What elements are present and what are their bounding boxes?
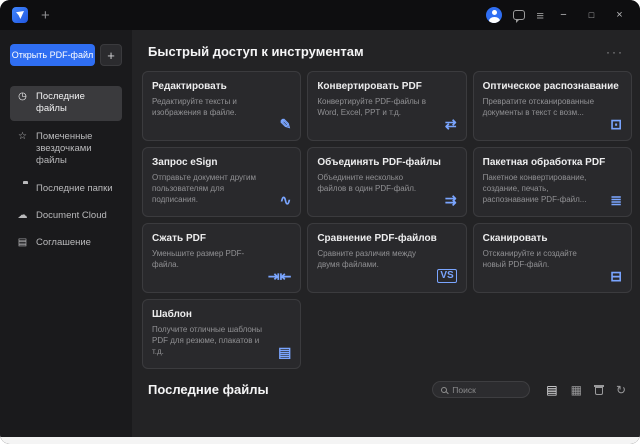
tool-cards-grid: Редактировать Редактируйте тексты и изоб… [142,71,632,369]
more-tools-button[interactable]: ··· [606,45,624,59]
create-pdf-button[interactable]: + [100,44,122,66]
card-edit[interactable]: Редактировать Редактируйте тексты и изоб… [142,71,301,141]
open-pdf-button[interactable]: Открыть PDF-файл [10,44,95,66]
app-window: + ≡ − □ × Открыть PDF-файл + ◷ Последние… [0,0,640,444]
card-compress-pdf[interactable]: Сжать PDF Уменьшите размер PDF-файла. ⇥⇤ [142,223,301,293]
card-template[interactable]: Шаблон Получите отличные шаблоны PDF для… [142,299,301,369]
sidebar-item-starred-files[interactable]: ☆ Помеченные звездочками файлы [10,126,122,173]
sidebar-item-agreement[interactable]: ▤ Соглашение [10,232,122,254]
search-box[interactable] [432,381,530,398]
sidebar-item-recent-files[interactable]: ◷ Последние файлы [10,86,122,121]
card-esign[interactable]: Запрос eSign Отправьте документ другим п… [142,147,301,217]
card-merge-pdf[interactable]: Объединять PDF-файлы Объедините нескольк… [307,147,466,217]
sidebar-item-document-cloud[interactable]: ☁ Document Cloud [10,205,122,227]
star-icon: ☆ [16,131,29,143]
list-view-icon[interactable]: ▤ [546,384,557,396]
search-icon [441,387,447,393]
minimize-button[interactable]: − [555,10,572,21]
sidebar-item-label: Помеченные звездочками файлы [36,131,116,168]
app-logo-icon [12,7,28,23]
batch-icon: ≣ [610,193,622,207]
account-avatar[interactable] [486,7,502,23]
quick-access-title: Быстрый доступ к инструментам [148,44,364,59]
sidebar-item-label: Соглашение [36,237,91,249]
cloud-icon: ☁ [16,210,29,222]
main-panel: Быстрый доступ к инструментам ··· Редакт… [132,30,640,444]
esign-icon: ∿ [280,193,292,207]
titlebar: + ≡ − □ × [0,0,640,30]
recent-files-list-area [0,437,640,444]
feedback-icon[interactable] [513,10,525,20]
card-scan[interactable]: Сканировать Отсканируйте и создайте новы… [473,223,632,293]
new-tab-button[interactable]: + [37,8,54,23]
convert-icon: ⇄ [445,117,457,131]
sidebar-item-label: Последние папки [36,183,113,195]
recent-files-header: Последние файлы ▤ ▦ ↻ [142,381,632,398]
menu-icon[interactable]: ≡ [536,9,544,22]
edit-icon: ✎ [280,117,292,131]
template-icon: ▤ [278,345,291,359]
folder-icon [16,183,29,195]
ocr-icon: ⊡ [610,117,622,131]
sidebar-item-recent-folders[interactable]: Последние папки [10,178,122,200]
maximize-button[interactable]: □ [583,11,600,20]
card-convert-pdf[interactable]: Конвертировать PDF Конвертируйте PDF-фай… [307,71,466,141]
sidebar-item-label: Последние файлы [36,91,116,116]
merge-icon: ⇉ [445,193,457,207]
card-ocr[interactable]: Оптическое распознавание с... Превратите… [473,71,632,141]
card-compare-pdf[interactable]: Сравнение PDF-файлов Сравните различия м… [307,223,466,293]
compress-icon: ⇥⇤ [268,269,291,283]
close-button[interactable]: × [611,10,628,21]
sidebar-item-label: Document Cloud [36,210,107,222]
refresh-icon[interactable]: ↻ [616,384,626,396]
sidebar: Открыть PDF-файл + ◷ Последние файлы ☆ П… [0,30,132,444]
grid-view-icon[interactable]: ▦ [571,384,582,396]
card-batch-process[interactable]: Пакетная обработка PDF Пакетное конверти… [473,147,632,217]
search-input[interactable] [452,385,521,395]
compare-icon: VS [437,269,456,283]
clock-icon: ◷ [16,91,29,103]
scan-icon: ⊟ [610,269,622,283]
agreement-icon: ▤ [16,237,29,249]
trash-icon[interactable] [595,387,603,395]
recent-files-title: Последние файлы [148,382,269,397]
